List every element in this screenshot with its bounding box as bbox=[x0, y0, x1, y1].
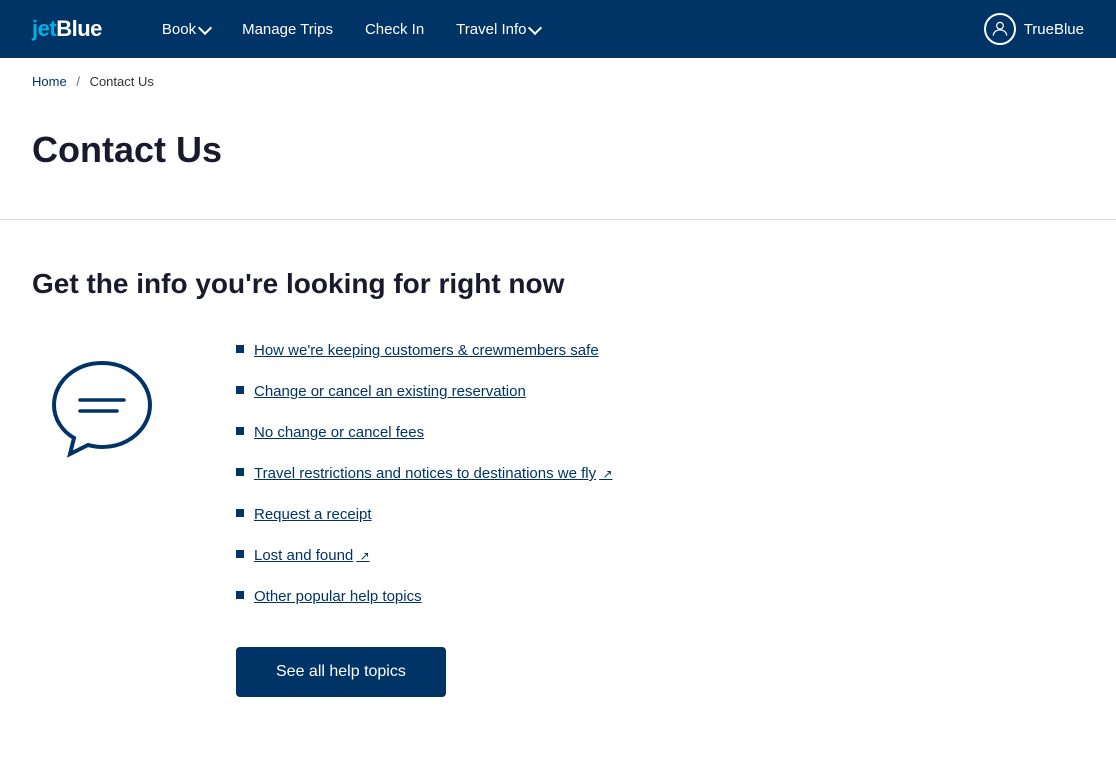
travel-info-chevron-icon bbox=[528, 20, 542, 34]
list-item: Lost and found ↗ bbox=[236, 545, 1084, 566]
breadcrumb-home-link[interactable]: Home bbox=[32, 74, 67, 89]
list-item: How we're keeping customers & crewmember… bbox=[236, 340, 1084, 361]
bullet-icon bbox=[236, 468, 244, 476]
external-link-icon: ↗ bbox=[599, 467, 612, 481]
page-title: Contact Us bbox=[32, 129, 1084, 171]
help-link-7[interactable]: Other popular help topics bbox=[254, 586, 422, 607]
list-item: Change or cancel an existing reservation bbox=[236, 381, 1084, 402]
chat-bubble-icon bbox=[42, 348, 162, 468]
see-all-help-topics-button[interactable]: See all help topics bbox=[236, 647, 446, 697]
nav-manage-trips[interactable]: Manage Trips bbox=[230, 13, 345, 46]
bullet-icon bbox=[236, 509, 244, 517]
nav-check-in[interactable]: Check In bbox=[353, 13, 436, 46]
help-links-list: How we're keeping customers & crewmember… bbox=[236, 340, 1084, 607]
bullet-icon bbox=[236, 550, 244, 558]
external-link-icon: ↗ bbox=[356, 549, 369, 563]
list-item: Travel restrictions and notices to desti… bbox=[236, 463, 1084, 484]
help-link-2[interactable]: Change or cancel an existing reservation bbox=[254, 381, 526, 402]
help-link-6[interactable]: Lost and found ↗ bbox=[254, 545, 370, 566]
list-item: Request a receipt bbox=[236, 504, 1084, 525]
help-link-4[interactable]: Travel restrictions and notices to desti… bbox=[254, 463, 613, 484]
help-link-3[interactable]: No change or cancel fees bbox=[254, 422, 424, 443]
content-grid: How we're keeping customers & crewmember… bbox=[32, 340, 1084, 697]
links-column: How we're keeping customers & crewmember… bbox=[236, 340, 1084, 697]
breadcrumb-current: Contact Us bbox=[90, 74, 154, 89]
section-heading: Get the info you're looking for right no… bbox=[32, 268, 1084, 300]
nav-items: Book Manage Trips Check In Travel Info bbox=[150, 13, 952, 46]
help-link-1[interactable]: How we're keeping customers & crewmember… bbox=[254, 340, 599, 361]
breadcrumb: Home / Contact Us bbox=[0, 58, 1116, 105]
bullet-icon bbox=[236, 591, 244, 599]
user-avatar-icon bbox=[984, 13, 1016, 45]
list-item: Other popular help topics bbox=[236, 586, 1084, 607]
list-item: No change or cancel fees bbox=[236, 422, 1084, 443]
breadcrumb-separator: / bbox=[76, 74, 80, 89]
page-title-section: Contact Us bbox=[0, 105, 1116, 219]
bullet-icon bbox=[236, 386, 244, 394]
nav-book[interactable]: Book bbox=[150, 13, 222, 46]
main-content: Get the info you're looking for right no… bbox=[0, 220, 1116, 761]
navigation: jetBlue Book Manage Trips Check In Trave… bbox=[0, 0, 1116, 58]
book-chevron-icon bbox=[198, 20, 212, 34]
site-logo[interactable]: jetBlue bbox=[32, 16, 102, 42]
bullet-icon bbox=[236, 345, 244, 353]
nav-travel-info[interactable]: Travel Info bbox=[444, 13, 552, 46]
help-link-5[interactable]: Request a receipt bbox=[254, 504, 372, 525]
trueblue-nav-item[interactable]: TrueBlue bbox=[984, 13, 1084, 45]
bullet-icon bbox=[236, 427, 244, 435]
chat-icon-wrap bbox=[32, 340, 172, 468]
